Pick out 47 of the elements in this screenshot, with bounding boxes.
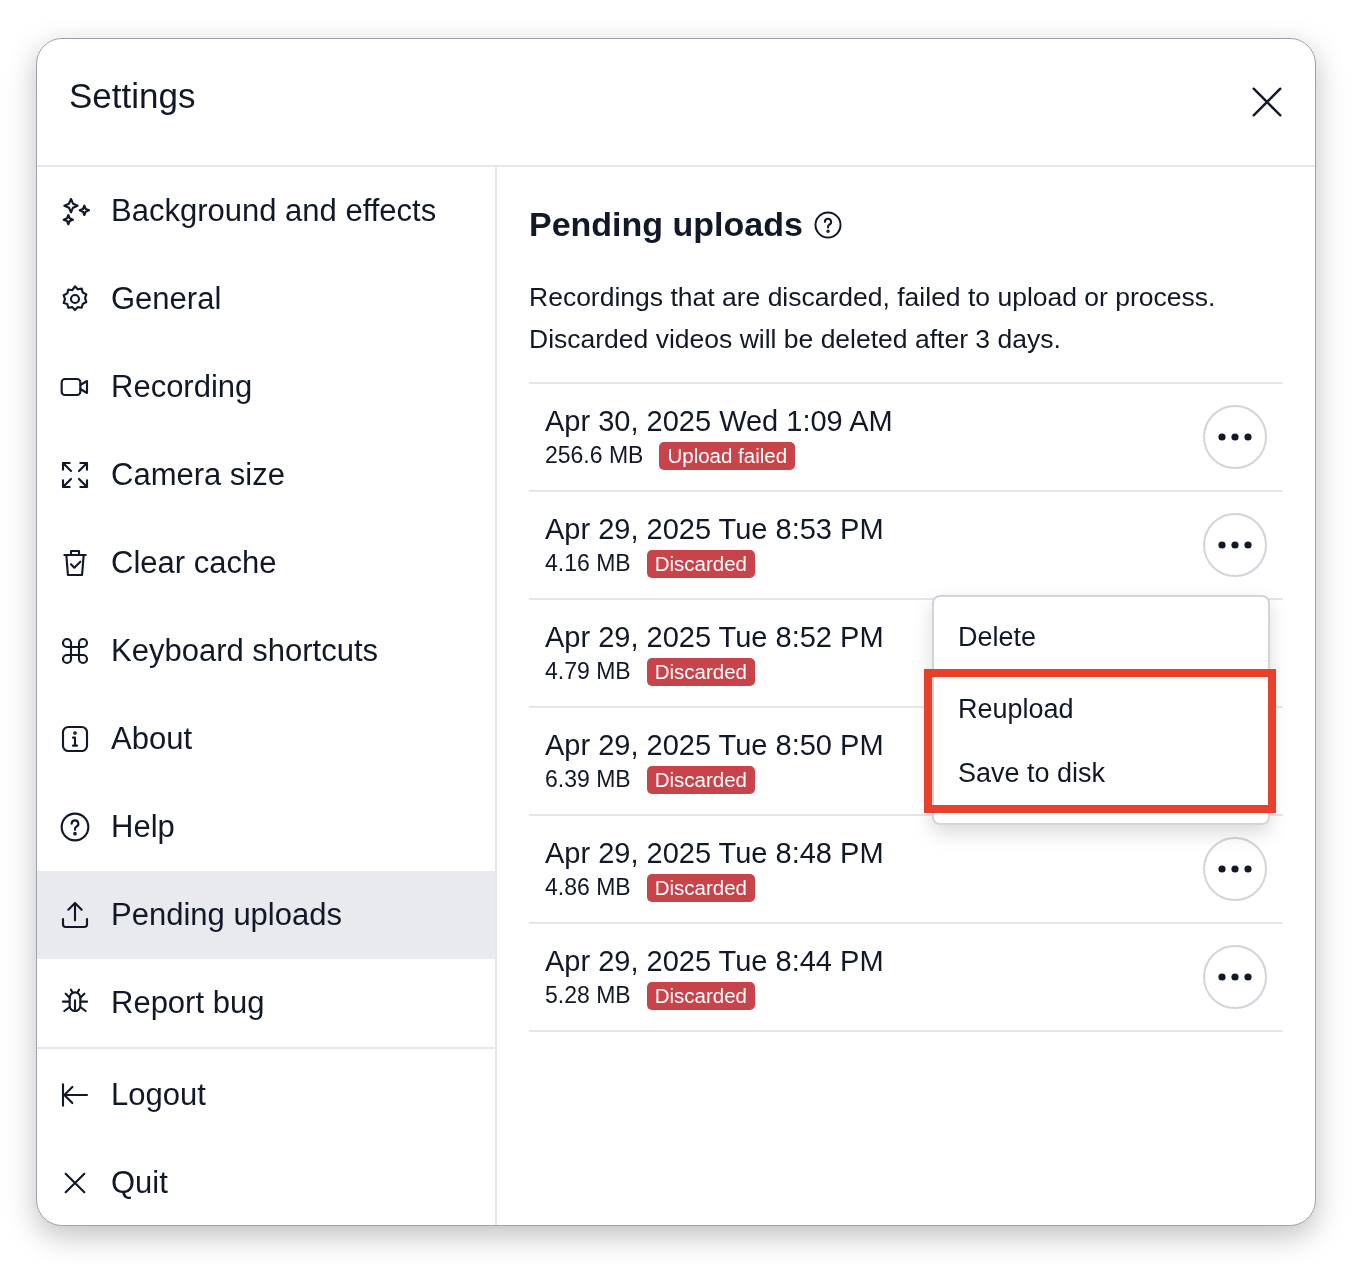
close-icon [1251, 86, 1283, 118]
upload-date: Apr 29, 2025 Tue 8:53 PM [545, 512, 884, 546]
status-badge: Discarded [646, 873, 755, 902]
menu-item[interactable]: Delete [934, 605, 1268, 669]
file-size: 256.6 MB [545, 442, 644, 469]
info-icon [59, 723, 91, 755]
ellipsis-icon [1218, 433, 1252, 441]
upload-date: Apr 29, 2025 Tue 8:48 PM [545, 836, 884, 870]
file-size: 5.28 MB [545, 982, 631, 1009]
sidebar-item[interactable]: Background and effects [37, 167, 495, 255]
file-size: 6.39 MB [545, 766, 631, 793]
status-badge: Discarded [646, 657, 755, 686]
status-badge: Discarded [646, 549, 755, 578]
status-badge: Upload failed [659, 441, 796, 470]
sidebar-item[interactable]: About [37, 695, 495, 783]
sidebar-item[interactable]: Pending uploads [37, 871, 495, 959]
ellipsis-icon [1218, 865, 1252, 873]
sidebar-item[interactable]: Help [37, 783, 495, 871]
sidebar-item[interactable]: Clear cache [37, 519, 495, 607]
file-size: 4.79 MB [545, 658, 631, 685]
menu-item[interactable]: Reupload [934, 677, 1268, 741]
file-size: 4.16 MB [545, 550, 631, 577]
ellipsis-icon [1218, 973, 1252, 981]
upload-icon [59, 899, 91, 931]
sidebar-item[interactable]: Camera size [37, 431, 495, 519]
status-badge: Discarded [646, 765, 755, 794]
upload-date: Apr 29, 2025 Tue 8:52 PM [545, 620, 884, 654]
ellipsis-icon [1218, 541, 1252, 549]
sidebar-item[interactable]: Quit [37, 1139, 495, 1225]
section-heading: Pending uploads [529, 205, 803, 244]
upload-date: Apr 29, 2025 Tue 8:44 PM [545, 944, 884, 978]
command-key-icon [59, 635, 91, 667]
upload-date: Apr 29, 2025 Tue 8:50 PM [545, 728, 884, 762]
expand-arrows-icon [59, 459, 91, 491]
sidebar-item[interactable]: Logout [37, 1051, 495, 1139]
sidebar-item[interactable]: Report bug [37, 959, 495, 1047]
help-icon[interactable] [812, 209, 843, 240]
sidebar-item[interactable]: Keyboard shortcuts [37, 607, 495, 695]
sidebar-item[interactable]: Recording [37, 343, 495, 431]
sidebar-item[interactable]: General [37, 255, 495, 343]
status-badge: Discarded [646, 981, 755, 1010]
menu-item[interactable]: Save to disk [934, 741, 1268, 805]
window-title: Settings [69, 76, 196, 116]
description-text: Recordings that are discarded, failed to upload or process. Discarded videos will be deleted after 3 days. [529, 281, 1217, 356]
upload-date: Apr 30, 2025 Wed 1:09 AM [545, 404, 893, 438]
file-size: 4.86 MB [545, 874, 631, 901]
help-icon [59, 811, 91, 843]
